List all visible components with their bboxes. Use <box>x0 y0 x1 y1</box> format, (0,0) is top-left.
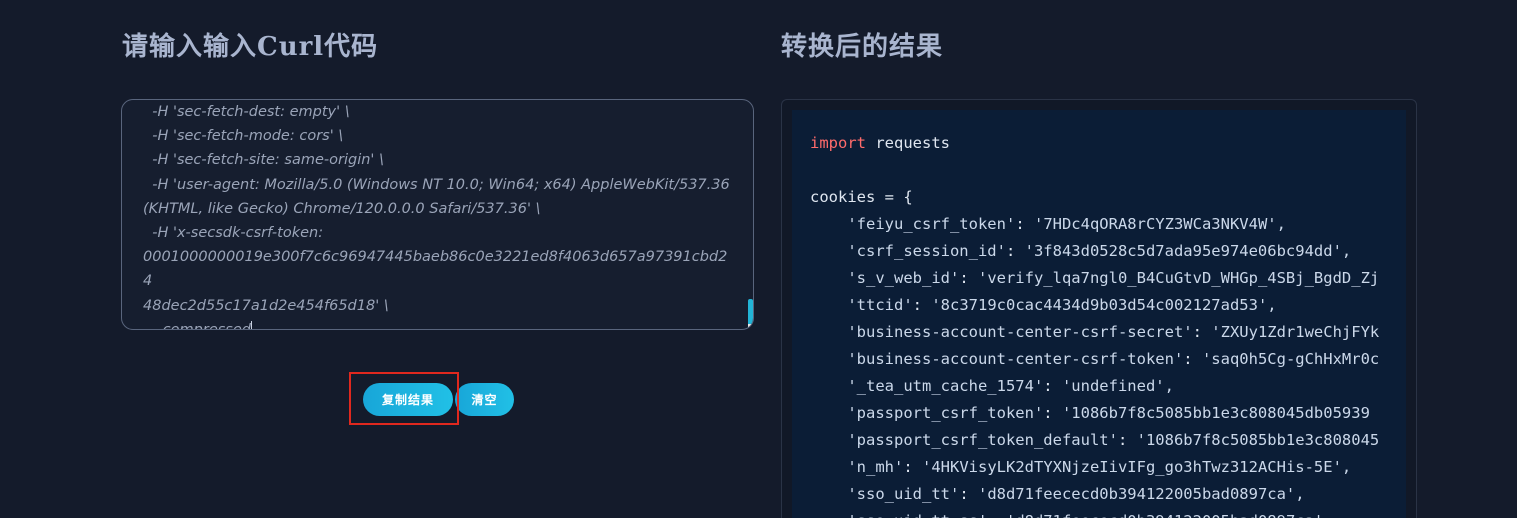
cookie-entry: 'sso_uid_tt_ss': 'd8d71feececd0b39412200… <box>810 512 1333 518</box>
cookie-key: 'n_mh' <box>847 458 904 476</box>
curl-input-line: -H 'x-secsdk-csrf-token: <box>143 225 324 242</box>
cookie-key: 'feiyu_csrf_token' <box>847 215 1016 233</box>
input-heading: 请输入输入Curl代码 <box>122 32 379 62</box>
output-panel: import requests cookies = { 'feiyu_csrf_… <box>781 99 1417 518</box>
cookie-key: 'passport_csrf_token' <box>847 404 1044 422</box>
cookie-key: 'sso_uid_tt' <box>847 485 960 503</box>
cookie-entry: 'ttcid': '8c3719c0cac4434d9b03d54c002127… <box>847 296 1277 314</box>
curl-converter-page: 请输入输入Curl代码 转换后的结果 -H 'sec-fetch-dest: e… <box>0 0 1517 518</box>
curl-input-text[interactable]: -H 'sec-fetch-dest: empty' \ -H 'sec-fet… <box>143 100 731 329</box>
cookie-value: 'd8d71feececd0b394122005bad0897ca', <box>1006 512 1333 518</box>
cookie-value: '8c3719c0cac4434d9b03d54c002127ad53', <box>931 296 1277 314</box>
cookie-key: '_tea_utm_cache_1574' <box>847 377 1044 395</box>
cookie-value: 'undefined', <box>1061 377 1174 395</box>
cookie-key: 'csrf_session_id' <box>847 242 1006 260</box>
cookie-entry: 's_v_web_id': 'verify_lqa7ngl0_B4CuGtvD_… <box>847 269 1380 287</box>
textarea-resize-handle[interactable] <box>748 324 753 329</box>
cookie-key: 'business-account-center-csrf-secret' <box>847 323 1193 341</box>
cookie-key: 'business-account-center-csrf-token' <box>847 350 1184 368</box>
clear-button[interactable]: 清空 <box>455 383 514 416</box>
cookie-value: 'ZXUy1Zdr1weChjFYk <box>1211 323 1380 341</box>
cookie-entry: 'sso_uid_tt': 'd8d71feececd0b394122005ba… <box>847 485 1305 503</box>
curl-input-line: -H 'user-agent: Mozilla/5.0 (Windows NT … <box>143 176 730 193</box>
cookie-key: 'sso_uid_tt_ss' <box>847 512 987 518</box>
output-heading: 转换后的结果 <box>781 32 944 62</box>
cookie-entry: 'n_mh': '4HKVisyLK2dTYXNjzeIivIFg_go3hTw… <box>847 458 1352 476</box>
curl-input-textarea[interactable]: -H 'sec-fetch-dest: empty' \ -H 'sec-fet… <box>121 99 754 330</box>
curl-input-line: -H 'sec-fetch-mode: cors' \ <box>143 128 344 145</box>
cookie-entry: 'csrf_session_id': '3f843d0528c5d7ada95e… <box>847 242 1352 260</box>
curl-input-line: 0001000000019e300f7c6c96947445baeb86c0e3… <box>143 249 728 290</box>
cookie-value: '3f843d0528c5d7ada95e974e06bc94dd', <box>1024 242 1352 260</box>
curl-input-line: -H 'sec-fetch-site: same-origin' \ <box>143 152 384 169</box>
cookie-entry: 'passport_csrf_token_default': '1086b7f8… <box>847 431 1380 449</box>
cookie-entry: 'feiyu_csrf_token': '7HDc4qORA8rCYZ3WCa3… <box>847 215 1286 233</box>
text-caret <box>250 320 252 329</box>
cookie-value: '7HDc4qORA8rCYZ3WCa3NKV4W', <box>1033 215 1286 233</box>
curl-input-line: --compressed <box>143 318 731 329</box>
python-code: import requests cookies = { 'feiyu_csrf_… <box>792 110 1406 518</box>
cookie-key: 's_v_web_id' <box>847 269 960 287</box>
cookie-key: 'passport_csrf_token_default' <box>847 431 1118 449</box>
cookie-value: 'verify_lqa7ngl0_B4CuGtvD_WHGp_4SBj_BgdD… <box>977 269 1380 287</box>
cookies-open: cookies = { <box>810 188 913 206</box>
output-code-block: import requests cookies = { 'feiyu_csrf_… <box>792 110 1406 518</box>
cookie-value: 'saq0h5Cg-gChHxMr0c <box>1201 350 1380 368</box>
curl-input-line: 48dec2d55c17a1d2e454f65d18' \ <box>143 297 389 314</box>
cookie-value: '1086b7f8c5085bb1e3c808045db05939 <box>1061 404 1370 422</box>
cookie-value: 'd8d71feececd0b394122005bad0897ca', <box>977 485 1305 503</box>
cookie-entry: 'passport_csrf_token': '1086b7f8c5085bb1… <box>847 404 1370 422</box>
curl-input-line: -H 'sec-fetch-dest: empty' \ <box>143 104 350 120</box>
cookie-value: '1086b7f8c5085bb1e3c808045 <box>1136 431 1380 449</box>
cookie-entry: 'business-account-center-csrf-secret': '… <box>847 323 1380 341</box>
action-buttons: 复制结果 清空 <box>363 383 514 416</box>
curl-input-line: (KHTML, like Gecko) Chrome/120.0.0.0 Saf… <box>143 200 541 217</box>
cookie-value: '4HKVisyLK2dTYXNjzeIivIFg_go3hTwz312ACHi… <box>922 458 1352 476</box>
import-module: requests <box>866 134 950 152</box>
textarea-scrollbar[interactable] <box>748 299 753 326</box>
import-keyword: import <box>810 134 866 152</box>
cookie-key: 'ttcid' <box>847 296 913 314</box>
cookie-entry: 'business-account-center-csrf-token': 's… <box>847 350 1380 368</box>
copy-result-button[interactable]: 复制结果 <box>363 383 453 416</box>
cookie-entry: '_tea_utm_cache_1574': 'undefined', <box>847 377 1174 395</box>
